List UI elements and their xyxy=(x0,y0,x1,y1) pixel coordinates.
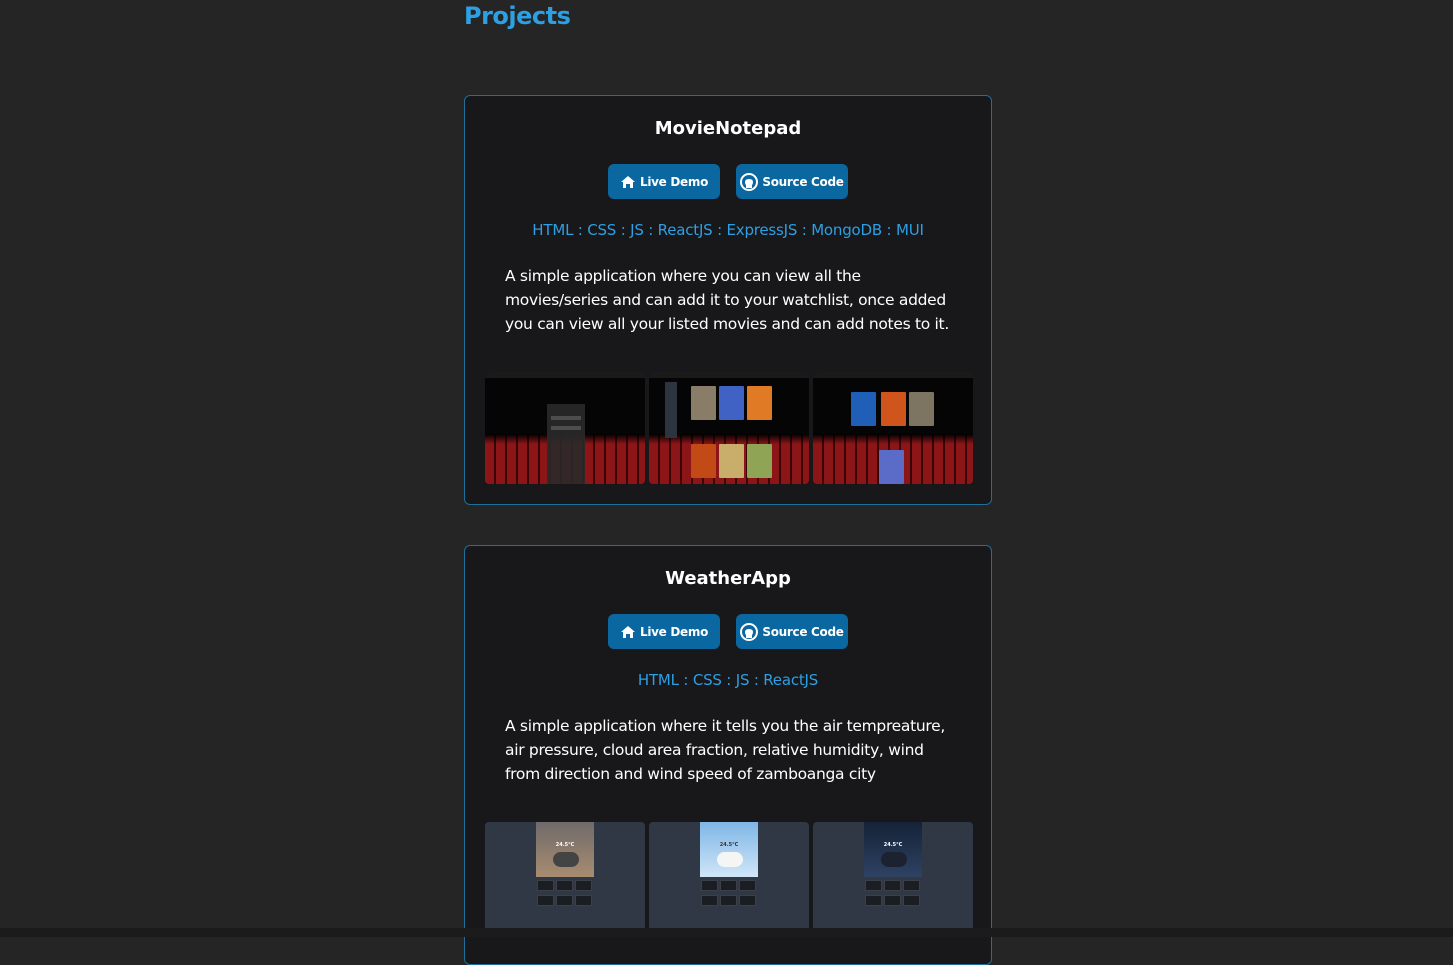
screenshot-watchlist[interactable] xyxy=(813,372,973,484)
screenshot-gallery xyxy=(485,372,973,484)
weather-temp: 24.5°C xyxy=(719,842,739,848)
project-description: A simple application where you can view … xyxy=(505,267,949,333)
project-card-weatherapp: WeatherApp Live Demo Source Code HTML : … xyxy=(464,545,992,965)
weather-temp: 24.5°C xyxy=(883,842,903,848)
tech-stack: HTML : CSS : JS : ReactJS xyxy=(637,671,819,689)
project-links: Live Demo Source Code xyxy=(465,614,991,649)
screenshot-weather-sunset[interactable]: 24.5°C xyxy=(485,822,645,934)
screenshot-weather-night[interactable]: 24.5°C xyxy=(813,822,973,934)
github-icon xyxy=(740,172,759,191)
source-code-label: Source Code xyxy=(762,174,844,189)
project-links: Live Demo Source Code xyxy=(465,164,991,199)
home-icon xyxy=(620,175,635,188)
source-code-label: Source Code xyxy=(762,624,844,639)
bottom-bar xyxy=(0,928,1453,937)
live-demo-button[interactable]: Live Demo xyxy=(608,614,720,649)
screenshot-login[interactable] xyxy=(485,372,645,484)
screenshot-gallery: 24.5°C 24.5°C 24.5°C xyxy=(485,822,973,934)
tech-stack: HTML : CSS : JS : ReactJS : ExpressJS : … xyxy=(532,221,924,239)
live-demo-button[interactable]: Live Demo xyxy=(608,164,720,199)
project-title: MovieNotepad xyxy=(654,118,802,139)
weather-temp: 24.5°C xyxy=(555,842,575,848)
project-description: A simple application where it tells you … xyxy=(505,717,946,783)
source-code-button[interactable]: Source Code xyxy=(736,164,848,199)
screenshot-weather-day[interactable]: 24.5°C xyxy=(649,822,809,934)
github-icon xyxy=(740,622,759,641)
source-code-button[interactable]: Source Code xyxy=(736,614,848,649)
home-icon xyxy=(620,625,635,638)
project-title: WeatherApp xyxy=(665,568,791,589)
live-demo-label: Live Demo xyxy=(639,174,709,189)
project-card-movienotepad: MovieNotepad Live Demo Source Code HTML … xyxy=(464,95,992,505)
screenshot-movie-list[interactable] xyxy=(649,372,809,484)
page-title: Projects xyxy=(464,2,571,30)
live-demo-label: Live Demo xyxy=(639,624,709,639)
